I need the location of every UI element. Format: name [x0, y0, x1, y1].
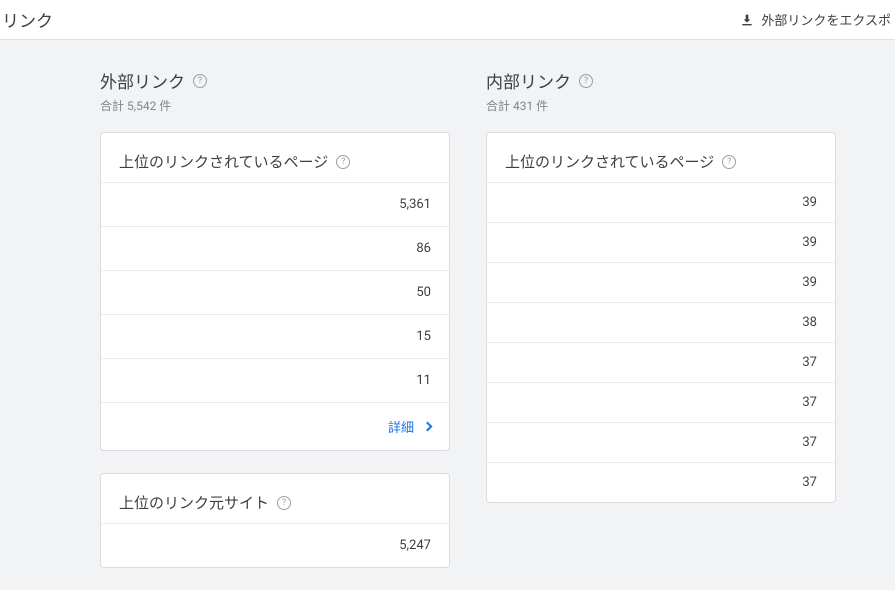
more-label: 詳細 [388, 417, 414, 436]
help-icon[interactable]: ? [193, 74, 207, 88]
external-top-sites-card: 上位のリンク元サイト ? 5,247 [100, 473, 450, 568]
card-header: 上位のリンク元サイト ? [101, 474, 449, 523]
chevron-right-icon [423, 422, 433, 432]
table-row[interactable]: 38 [487, 302, 835, 342]
page-title: リンク [0, 7, 53, 32]
table-row[interactable]: 86 [101, 226, 449, 270]
internal-title-row: 内部リンク ? [486, 68, 836, 93]
external-top-pages-card: 上位のリンクされているページ ? 5,361 86 50 15 11 詳細 [100, 132, 450, 451]
external-title: 外部リンク [100, 68, 185, 93]
card-title: 上位のリンクされているページ [505, 151, 714, 172]
external-links-column: 外部リンク ? 合計 5,542 件 上位のリンクされているページ ? 5,36… [100, 68, 450, 590]
external-title-row: 外部リンク ? [100, 68, 450, 93]
internal-title: 内部リンク [486, 68, 571, 93]
card-title: 上位のリンクされているページ [119, 151, 328, 172]
table-row[interactable]: 37 [487, 462, 835, 502]
internal-links-column: 内部リンク ? 合計 431 件 上位のリンクされているページ ? 39 39 … [486, 68, 836, 590]
table-row[interactable]: 50 [101, 270, 449, 314]
download-icon [739, 12, 755, 28]
help-icon[interactable]: ? [336, 155, 350, 169]
table-row[interactable]: 5,247 [101, 523, 449, 567]
more-button[interactable]: 詳細 [101, 402, 449, 450]
help-icon[interactable]: ? [277, 496, 291, 510]
table-row[interactable]: 15 [101, 314, 449, 358]
table-row[interactable]: 37 [487, 342, 835, 382]
card-header: 上位のリンクされているページ ? [101, 133, 449, 182]
internal-top-pages-card: 上位のリンクされているページ ? 39 39 39 38 37 37 37 37 [486, 132, 836, 503]
card-title: 上位のリンク元サイト [119, 492, 269, 513]
table-row[interactable]: 39 [487, 182, 835, 222]
table-row[interactable]: 11 [101, 358, 449, 402]
table-row[interactable]: 39 [487, 262, 835, 302]
table-row[interactable]: 37 [487, 382, 835, 422]
table-row[interactable]: 39 [487, 222, 835, 262]
card-header: 上位のリンクされているページ ? [487, 133, 835, 182]
export-external-links-button[interactable]: 外部リンクをエクスポ [739, 10, 895, 29]
table-row[interactable]: 37 [487, 422, 835, 462]
internal-subtitle: 合計 431 件 [486, 97, 836, 114]
help-icon[interactable]: ? [722, 155, 736, 169]
content-area: 外部リンク ? 合計 5,542 件 上位のリンクされているページ ? 5,36… [0, 40, 895, 590]
export-label: 外部リンクをエクスポ [761, 10, 891, 29]
page-header: リンク 外部リンクをエクスポ [0, 0, 895, 40]
help-icon[interactable]: ? [579, 74, 593, 88]
external-subtitle: 合計 5,542 件 [100, 97, 450, 114]
table-row[interactable]: 5,361 [101, 182, 449, 226]
